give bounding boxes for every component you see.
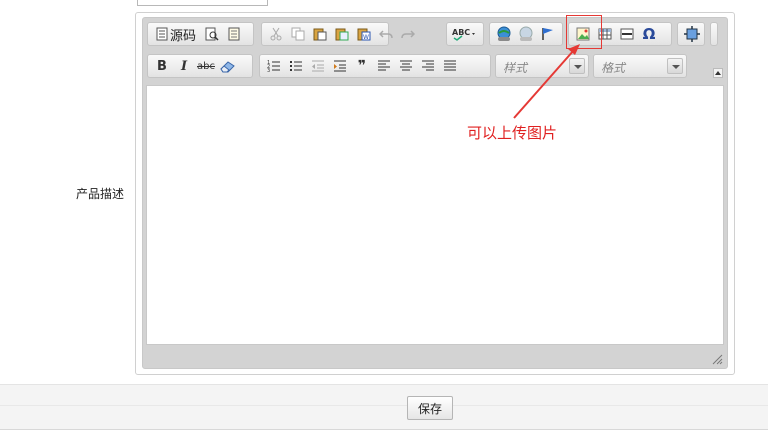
editor-content-area[interactable]	[146, 85, 724, 345]
copy-icon	[291, 27, 305, 41]
omega-icon: Ω	[642, 25, 656, 43]
toolbar-overflow-handle[interactable]	[710, 22, 718, 46]
footer-bar	[0, 384, 768, 430]
italic-button[interactable]: I	[173, 56, 195, 76]
format-dropdown[interactable]: 格式	[593, 54, 687, 78]
paste-icon	[313, 28, 327, 41]
toolbar-group-clipboard: W	[261, 22, 415, 46]
bulleted-list-icon	[290, 61, 302, 71]
align-right-icon	[422, 60, 434, 71]
format-dropdown-arrow-icon[interactable]	[667, 58, 683, 74]
resize-grip-icon[interactable]	[711, 353, 723, 365]
numbered-list-icon: 123	[267, 60, 280, 73]
outdent-button[interactable]	[307, 56, 329, 76]
annotation-highlight-box	[566, 15, 602, 49]
description-label: 产品描述	[76, 187, 125, 201]
redo-icon	[401, 30, 415, 39]
style-dropdown-value: 样式	[503, 61, 528, 75]
preview-button[interactable]	[201, 24, 223, 44]
svg-text:ABC: ABC	[452, 28, 470, 37]
maximize-button[interactable]	[681, 24, 703, 44]
align-center-button[interactable]	[395, 56, 417, 76]
horizontal-rule-button[interactable]	[616, 24, 638, 44]
align-center-icon	[400, 60, 412, 71]
save-button[interactable]: 保存	[407, 396, 453, 420]
spellcheck-icon: ABC	[452, 28, 475, 41]
flag-icon	[542, 28, 553, 40]
unlink-icon	[519, 26, 533, 41]
outdent-icon	[312, 60, 324, 72]
toolbar-group-fullscreen	[677, 22, 705, 46]
numbered-list-button[interactable]: 123	[263, 56, 285, 76]
horizontal-rule-icon	[620, 28, 634, 40]
paste-button[interactable]	[309, 24, 331, 44]
rich-text-editor: 源码 W ABC Ω B I abc 1 2 3 ❞ 样式 格式	[142, 17, 728, 369]
indent-button[interactable]	[329, 56, 351, 76]
paste-text-icon	[335, 28, 349, 41]
source-label: 源码	[169, 28, 196, 44]
source-button[interactable]: 源码	[151, 24, 201, 44]
anchor-button[interactable]	[537, 24, 559, 44]
templates-icon	[228, 27, 240, 41]
format-dropdown-value: 格式	[601, 61, 626, 75]
maximize-icon	[684, 26, 700, 42]
redo-button[interactable]	[397, 24, 419, 44]
bulleted-list-button[interactable]	[285, 56, 307, 76]
svg-text:W: W	[363, 34, 369, 41]
toolbar-group-basic-styles: B I abc	[147, 54, 253, 78]
cut-button[interactable]	[265, 24, 287, 44]
align-right-button[interactable]	[417, 56, 439, 76]
justify-icon	[444, 60, 456, 71]
blockquote-icon: ❞	[357, 58, 367, 74]
special-char-button[interactable]: Ω	[638, 24, 660, 44]
remove-format-button[interactable]	[217, 56, 239, 76]
toolbar-group-spellcheck: ABC	[446, 22, 484, 46]
toolbar-collapse-button[interactable]	[713, 68, 723, 78]
indent-icon	[334, 60, 346, 72]
blockquote-button[interactable]: ❞	[351, 56, 373, 76]
italic-icon: I	[180, 58, 188, 74]
link-icon	[497, 26, 511, 41]
align-left-button[interactable]	[373, 56, 395, 76]
footer-divider	[0, 405, 768, 406]
style-dropdown-arrow-icon[interactable]	[569, 58, 585, 74]
undo-button[interactable]	[375, 24, 397, 44]
style-dropdown[interactable]: 样式	[495, 54, 589, 78]
top-field-input[interactable]	[137, 0, 268, 6]
bold-button[interactable]: B	[151, 56, 173, 76]
align-left-icon	[378, 60, 390, 71]
strikethrough-button[interactable]: abc	[195, 56, 217, 76]
eraser-icon	[220, 61, 235, 73]
toolbar-group-document: 源码	[147, 22, 254, 46]
toolbar-group-links	[489, 22, 563, 46]
copy-button[interactable]	[287, 24, 309, 44]
unlink-button[interactable]	[515, 24, 537, 44]
cut-icon	[270, 27, 282, 41]
bold-icon: B	[157, 58, 167, 74]
templates-button[interactable]	[223, 24, 245, 44]
preview-icon	[205, 27, 219, 41]
source-icon	[156, 27, 168, 41]
annotation-text: 可以上传图片	[467, 124, 558, 142]
link-button[interactable]	[493, 24, 515, 44]
paste-word-button[interactable]: W	[353, 24, 375, 44]
paste-text-button[interactable]	[331, 24, 353, 44]
paste-word-icon: W	[357, 28, 371, 41]
svg-text:3: 3	[267, 68, 270, 73]
strikethrough-icon: abc	[197, 60, 215, 72]
spellcheck-button[interactable]: ABC	[450, 24, 480, 44]
undo-icon	[379, 30, 393, 39]
toolbar-group-paragraph: 123 ❞	[259, 54, 491, 78]
justify-button[interactable]	[439, 56, 461, 76]
